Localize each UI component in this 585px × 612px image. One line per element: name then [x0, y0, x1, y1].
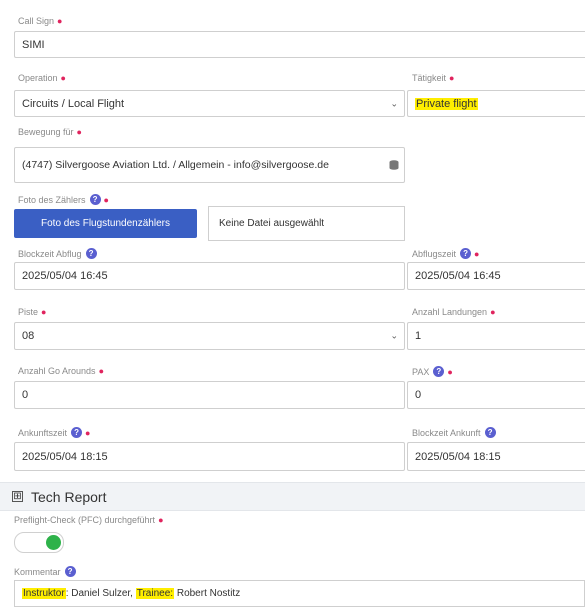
block-arrival-value: 2025/05/04 18:15	[415, 450, 501, 463]
go-arounds-input[interactable]: 0	[14, 381, 405, 409]
required-indicator: ●	[85, 427, 91, 438]
activity-input[interactable]: Private flight	[407, 90, 585, 117]
expand-icon[interactable]: ⊞	[12, 491, 23, 502]
pax-label: PAX? ●	[412, 366, 453, 377]
photo-label: Foto des Zählers? ●	[18, 194, 109, 205]
help-icon[interactable]: ?	[433, 366, 445, 377]
pfc-toggle[interactable]	[14, 532, 64, 553]
required-indicator: ●	[158, 515, 164, 525]
block-arrival-label: Blockzeit Ankunft?	[412, 427, 496, 438]
required-indicator: ●	[41, 307, 47, 317]
required-indicator: ●	[449, 73, 455, 83]
takeoff-time-value: 2025/05/04 16:45	[415, 270, 501, 282]
go-arounds-value: 0	[22, 389, 29, 401]
file-name-display: Keine Datei ausgewählt	[208, 206, 405, 241]
comment-input[interactable]: Instruktor: Daniel Sulzer, Trainee: Robe…	[14, 580, 585, 607]
operation-value: Circuits / Local Flight	[22, 97, 125, 110]
landings-value: 1	[415, 330, 422, 342]
block-departure-input[interactable]: 2025/05/04 16:45	[14, 262, 405, 290]
help-icon[interactable]: ?	[64, 566, 76, 577]
pfc-label: Preflight-Check (PFC) durchgeführt ●	[14, 515, 164, 525]
arrival-time-input[interactable]: 2025/05/04 18:15	[14, 442, 405, 471]
pax-value: 0	[415, 389, 422, 401]
block-departure-value: 2025/05/04 16:45	[22, 270, 108, 282]
toggle-knob	[46, 535, 61, 550]
chevron-down-icon: ⌄	[390, 98, 398, 108]
operation-label: Operation ●	[18, 73, 66, 83]
required-indicator: ●	[60, 73, 66, 83]
help-icon[interactable]: ?	[484, 427, 496, 438]
activity-value: Private flight	[415, 97, 478, 110]
help-icon[interactable]: ?	[89, 194, 101, 205]
arrival-time-label: Ankunftszeit? ●	[18, 427, 91, 438]
trainee-keyword: Trainee:	[135, 588, 175, 599]
runway-select[interactable]: 08 ⌄	[14, 322, 405, 350]
choose-file-button[interactable]: Foto des Flugstundenzählers	[14, 209, 197, 238]
go-arounds-label: Anzahl Go Arounds ●	[18, 366, 104, 376]
trainee-value: Robert Nostitz	[174, 588, 241, 599]
chevron-down-icon: ⌄	[390, 330, 398, 341]
required-indicator: ●	[76, 127, 82, 137]
runway-label: Piste ●	[18, 307, 47, 317]
runway-value: 08	[22, 330, 35, 342]
required-indicator: ●	[98, 366, 104, 376]
tech-report-section[interactable]: ⊞ Tech Report	[0, 482, 585, 511]
required-indicator: ●	[474, 248, 480, 259]
movement-select[interactable]: (4747) Silvergoose Aviation Ltd. / Allge…	[14, 147, 405, 183]
takeoff-time-label: Abflugszeit? ●	[412, 248, 480, 259]
required-indicator: ●	[490, 307, 496, 317]
movement-label: Bewegung für ●	[18, 127, 82, 137]
activity-label: Tätigkeit ●	[412, 73, 455, 83]
landings-input[interactable]: 1	[407, 322, 585, 350]
arrival-time-value: 2025/05/04 18:15	[22, 450, 108, 463]
call-sign-label: Call Sign ●	[18, 16, 63, 26]
comment-label: Kommentar?	[14, 566, 76, 577]
help-icon[interactable]: ?	[71, 427, 83, 438]
tech-report-title: Tech Report	[31, 488, 107, 505]
block-arrival-input[interactable]: 2025/05/04 18:15	[407, 442, 585, 471]
movement-value: (4747) Silvergoose Aviation Ltd. / Allge…	[22, 159, 329, 171]
required-indicator: ●	[103, 194, 109, 205]
instructor-value: : Daniel Sulzer,	[65, 588, 136, 599]
landings-label: Anzahl Landungen ●	[412, 307, 496, 317]
operation-select[interactable]: Circuits / Local Flight ⌄	[14, 90, 405, 117]
takeoff-time-input[interactable]: 2025/05/04 16:45	[407, 262, 585, 290]
call-sign-input[interactable]: SIMI	[14, 31, 585, 58]
help-icon[interactable]: ?	[85, 248, 97, 259]
pax-input[interactable]: 0	[407, 381, 585, 409]
required-indicator: ●	[57, 16, 63, 26]
call-sign-value: SIMI	[22, 38, 45, 51]
required-indicator: ●	[447, 366, 453, 377]
help-icon[interactable]: ?	[460, 248, 472, 259]
database-icon	[389, 160, 399, 170]
block-departure-label: Blockzeit Abflug?	[18, 248, 97, 259]
instructor-keyword: Instruktor	[22, 588, 66, 599]
